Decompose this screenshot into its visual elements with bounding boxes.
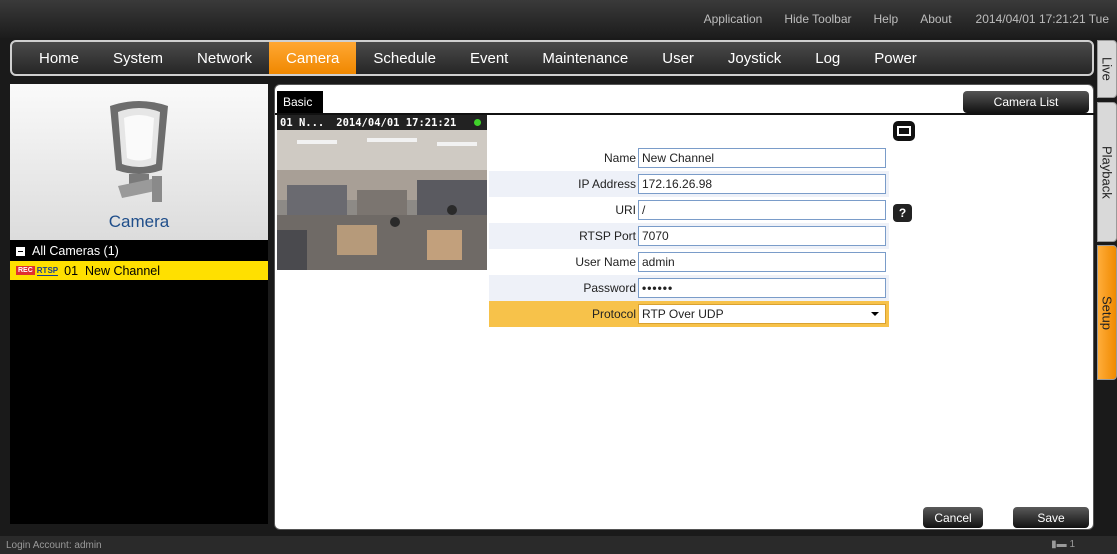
camera-list-button[interactable]: Camera List: [963, 91, 1089, 113]
form-row-rtsp-port: RTSP Port 7070: [489, 223, 889, 249]
menu-joystick[interactable]: Joystick: [711, 42, 798, 74]
form-row-uri: URI /: [489, 197, 889, 223]
preview-timestamp: 2014/04/01 17:21:21: [336, 116, 457, 129]
toolbar-link-about[interactable]: About: [920, 12, 951, 26]
side-tab-setup[interactable]: Setup: [1097, 245, 1117, 380]
password-field[interactable]: ••••••: [638, 278, 886, 298]
toolbar-link-help[interactable]: Help: [874, 12, 899, 26]
name-field[interactable]: New Channel: [638, 148, 886, 168]
uri-label: URI: [615, 203, 636, 217]
login-account: Login Account: admin: [6, 539, 102, 551]
toolbar-datetime: 2014/04/01 17:21:21 Tue: [975, 12, 1109, 26]
status-bar: Login Account: admin ▮▬ 1: [0, 536, 1117, 554]
protocol-label: Protocol: [591, 307, 636, 321]
menu-log[interactable]: Log: [798, 42, 857, 74]
protocol-select[interactable]: RTP Over UDP: [638, 304, 886, 324]
side-tabs: Live Playback Setup: [1097, 40, 1117, 510]
uri-field[interactable]: /: [638, 200, 886, 220]
tree-all-cameras-label: All Cameras (1): [32, 244, 119, 258]
menu-camera[interactable]: Camera: [269, 42, 357, 74]
tree-channel-item[interactable]: REC RTSP 01 New Channel: [10, 261, 268, 280]
form-row-username: User Name admin: [489, 249, 889, 275]
camera-settings-panel: Basic Camera List 01 N... 2014/04/01 17:…: [274, 84, 1095, 530]
name-label: Name: [603, 151, 636, 165]
form-row-protocol: Protocol RTP Over UDP: [489, 301, 889, 327]
form-row-ip: IP Address 172.16.26.98: [489, 171, 889, 197]
menu-schedule[interactable]: Schedule: [356, 42, 453, 74]
preview-channel-name: 01 N...: [280, 116, 325, 129]
menu-home[interactable]: Home: [22, 42, 96, 74]
connection-count: 1: [1069, 539, 1075, 550]
tree-channel-label: 01 New Channel: [64, 263, 161, 278]
menu-event[interactable]: Event: [453, 42, 525, 74]
security-camera-icon: [110, 101, 168, 202]
toolbar-link-application[interactable]: Application: [704, 12, 763, 26]
menu-power[interactable]: Power: [857, 42, 934, 74]
ip-address-label: IP Address: [578, 177, 636, 191]
window-mode-icon[interactable]: [893, 121, 915, 141]
tab-basic[interactable]: Basic: [277, 91, 323, 113]
camera-section-title: Camera: [108, 212, 170, 231]
protocol-select-value: RTP Over UDP: [642, 307, 724, 321]
form-row-password: Password ••••••: [489, 275, 889, 301]
username-field[interactable]: admin: [638, 252, 886, 272]
side-tab-playback-label: Playback: [1099, 145, 1115, 199]
side-tab-live-label: Live: [1099, 57, 1115, 81]
toolbar-links: Application Hide Toolbar Help About 2014…: [682, 12, 1109, 26]
menu-network[interactable]: Network: [180, 42, 269, 74]
form-row-name: Name New Channel: [489, 145, 889, 171]
preview-caption: 01 N... 2014/04/01 17:21:21: [277, 115, 487, 130]
tree-all-cameras[interactable]: All Cameras (1): [10, 242, 268, 260]
toolbar-link-hide-toolbar[interactable]: Hide Toolbar: [784, 12, 851, 26]
rec-icon: REC: [16, 266, 35, 275]
save-button[interactable]: Save: [1013, 507, 1089, 528]
side-tab-playback[interactable]: Playback: [1097, 102, 1117, 242]
rtsp-icon: RTSP: [36, 265, 59, 276]
menu-maintenance[interactable]: Maintenance: [525, 42, 645, 74]
main-menu: Home System Network Camera Schedule Even…: [10, 40, 1094, 76]
uri-help-button[interactable]: ?: [893, 204, 912, 222]
username-label: User Name: [575, 255, 636, 269]
status-online-icon: [474, 119, 481, 126]
camera-header: Camera: [10, 84, 268, 240]
side-tab-live[interactable]: Live: [1097, 40, 1117, 98]
dropdown-arrow-icon: [871, 312, 879, 316]
ip-address-field[interactable]: 172.16.26.98: [638, 174, 886, 194]
password-label: Password: [583, 281, 636, 295]
rtsp-port-label: RTSP Port: [579, 229, 636, 243]
connection-icon: ▮▬: [1051, 539, 1067, 550]
top-toolbar: Application Hide Toolbar Help About 2014…: [0, 0, 1117, 38]
status-right: ▮▬ 1: [1051, 539, 1075, 550]
collapse-icon[interactable]: [16, 246, 25, 256]
menu-user[interactable]: User: [645, 42, 711, 74]
camera-preview[interactable]: 01 N... 2014/04/01 17:21:21: [277, 115, 487, 270]
side-tab-setup-label: Setup: [1099, 295, 1115, 330]
preview-image: [277, 130, 487, 270]
rtsp-port-field[interactable]: 7070: [638, 226, 886, 246]
menu-system[interactable]: System: [96, 42, 180, 74]
camera-tree-panel: Camera All Cameras (1) REC RTSP 01 New C…: [10, 84, 268, 524]
cancel-button[interactable]: Cancel: [923, 507, 983, 528]
